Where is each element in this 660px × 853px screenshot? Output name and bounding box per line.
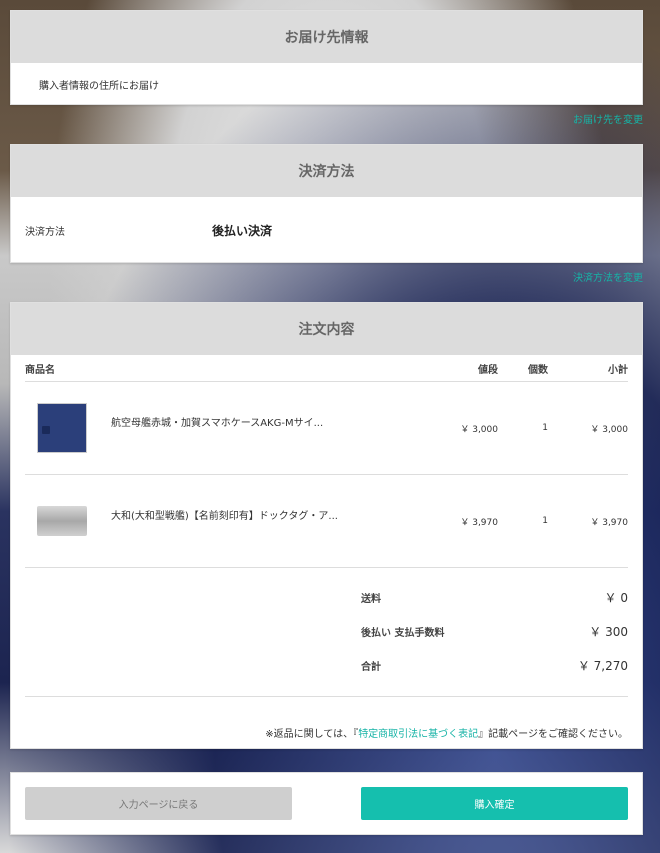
shipping-value: ￥ 0 [604,590,628,605]
item-name[interactable]: 航空母艦赤城・加賀スマホケースAKG-Mサイ... [111,414,418,429]
order-item-row: 航空母艦赤城・加賀スマホケースAKG-Mサイ... ￥ 3,000 1 ￥ 3,… [25,382,628,475]
grand-total-label: 合計 [361,661,381,673]
shipping-label: 送料 [361,593,381,605]
dog-tag-image[interactable] [37,506,87,536]
shipping-row: 送料 ￥ 0 [25,580,628,614]
header-price: 値段 [478,364,498,376]
item-quantity: 1 [542,516,548,526]
confirm-purchase-button[interactable]: 購入確定 [361,787,628,820]
return-policy-note: ※返品に関しては、『特定商取引法に基づく表記』記載ページをご確認ください。 [25,697,628,740]
delivery-info-title: お届け先情報 [11,11,642,63]
payment-method-value: 後払い決済 [212,223,273,238]
order-summary-card: 注文内容 商品名 値段 個数 小計 航空母艦赤城・加賀スマホケースAKG-Mサイ… [10,302,643,749]
payment-fee-value: ￥ 300 [589,624,628,639]
note-suffix: 』記載ページをご確認ください。 [478,729,628,740]
action-buttons-card: 入力ページに戻る 購入確定 [10,772,643,835]
payment-fee-label: 後払い 支払手数料 [361,627,445,639]
header-quantity: 個数 [528,364,548,376]
change-payment-link[interactable]: 決済方法を変更 [573,269,643,284]
order-totals: 送料 ￥ 0 後払い 支払手数料 ￥ 300 合計 ￥ 7,270 [25,568,628,697]
item-name[interactable]: 大和(大和型戦艦)【名前刻印有】ドックタグ・ア... [111,507,418,522]
item-quantity: 1 [542,423,548,433]
payment-method-card: 決済方法 決済方法 後払い決済 [10,144,643,263]
change-delivery-link[interactable]: お届け先を変更 [573,111,643,126]
item-price: ￥ 3,000 [460,424,498,435]
item-subtotal: ￥ 3,000 [590,424,628,435]
header-product-name: 商品名 [25,364,55,376]
delivery-address-text: 購入者情報の住所にお届け [39,81,159,92]
item-subtotal: ￥ 3,970 [590,517,628,528]
grand-total-row: 合計 ￥ 7,270 [25,648,628,682]
note-prefix: ※返品に関しては、『 [265,729,359,740]
commercial-law-link[interactable]: 特定商取引法に基づく表記 [358,729,478,740]
delivery-info-card: お届け先情報 購入者情報の住所にお届け [10,10,643,105]
order-summary-title: 注文内容 [11,303,642,355]
payment-fee-row: 後払い 支払手数料 ￥ 300 [25,614,628,648]
item-price: ￥ 3,970 [460,517,498,528]
order-item-row: 大和(大和型戦艦)【名前刻印有】ドックタグ・ア... ￥ 3,970 1 ￥ 3… [25,475,628,568]
header-subtotal: 小計 [608,364,628,376]
order-table-header: 商品名 値段 個数 小計 [25,355,628,382]
phone-case-image[interactable] [37,403,87,453]
payment-method-title: 決済方法 [11,145,642,197]
back-to-input-button[interactable]: 入力ページに戻る [25,787,292,820]
payment-method-label: 決済方法 [25,226,65,238]
payment-method-row: 決済方法 後払い決済 [11,197,642,263]
grand-total-value: ￥ 7,270 [577,658,628,673]
